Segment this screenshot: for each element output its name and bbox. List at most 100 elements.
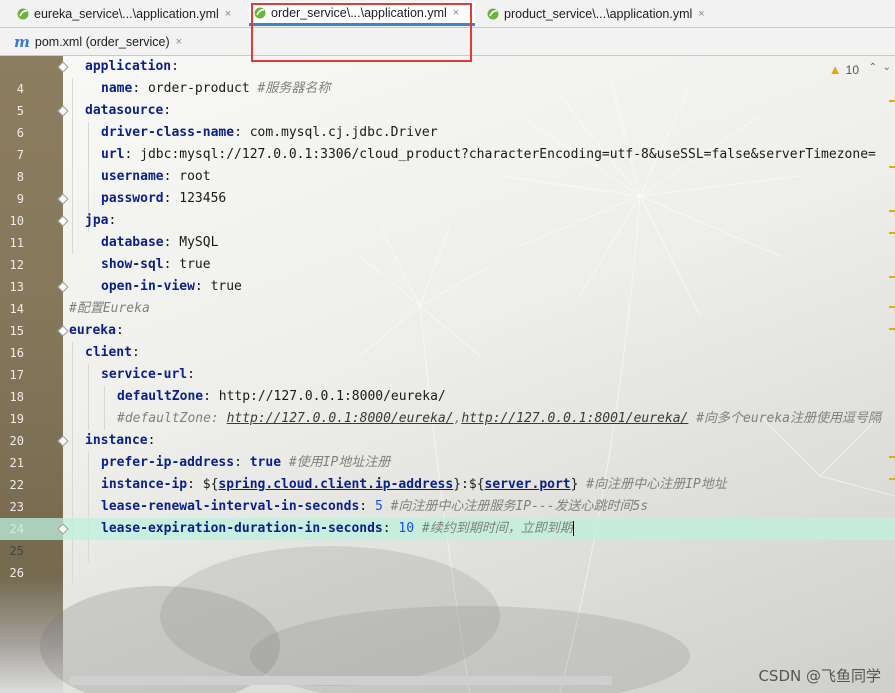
chevron-up-icon[interactable]: ⌃ (869, 62, 877, 73)
code-line[interactable]: 24 lease-renewal-interval-in-seconds: 5 … (0, 496, 895, 536)
placeholder-syntax: } (570, 477, 579, 492)
tab-eureka-service-application-yml[interactable]: eureka_service\...\application.yml × (12, 2, 231, 26)
yaml-key: instance-ip (101, 477, 188, 492)
yaml-value: 10 (398, 521, 415, 536)
yaml-key: url (101, 147, 125, 162)
yaml-value: root (179, 169, 211, 184)
code-line[interactable]: 13 show-sql: true (0, 254, 895, 294)
code-line[interactable]: 20 #defaultZone: http://127.0.0.1:8000/e… (0, 408, 895, 448)
yaml-comment: #向注册中心注册服务IP---发送心跳时间5s (390, 499, 649, 514)
spring-yml-icon (253, 6, 267, 20)
close-icon[interactable]: × (225, 8, 231, 20)
yaml-value: true (249, 455, 282, 470)
code-line[interactable]: 17 client: (0, 342, 895, 382)
placeholder-syntax: }:${ (453, 477, 485, 492)
inspection-widget[interactable]: ▲ 10 (829, 62, 859, 77)
close-icon[interactable]: × (698, 8, 704, 20)
code-line[interactable]: 19 defaultZone: http://127.0.0.1:8000/eu… (0, 386, 895, 426)
warning-icon: ▲ (828, 62, 842, 77)
yaml-comment: #向注册中心注册IP地址 (586, 477, 727, 492)
yaml-value: http://127.0.0.1:8000/eureka/ (218, 389, 446, 404)
yaml-comment: #向多个eureka注册使用逗号隔 (688, 411, 881, 426)
tab-product-service-application-yml[interactable]: product_service\...\application.yml × (482, 2, 705, 26)
warning-count: 10 (845, 62, 859, 77)
error-stripe-marker[interactable] (889, 306, 895, 308)
error-stripe-marker[interactable] (889, 456, 895, 458)
code-line[interactable]: 6 datasource: (0, 100, 895, 140)
code-line[interactable]: 21 instance: (0, 430, 895, 470)
tab-pom-xml[interactable]: m pom.xml (order_service) × (10, 30, 182, 54)
error-stripe-marker[interactable] (889, 210, 895, 212)
code-editor[interactable]: 4 application: 5 name: order-product #服务… (0, 56, 895, 693)
error-stripe-marker[interactable] (889, 276, 895, 278)
yaml-key: defaultZone (117, 389, 204, 404)
text-caret (572, 521, 574, 536)
spring-yml-icon (16, 7, 30, 21)
editor-tab-bar: eureka_service\...\application.yml × ord… (0, 0, 895, 28)
property-reference[interactable]: server.port (485, 477, 571, 492)
yaml-value: 5 (374, 499, 383, 514)
code-line[interactable]: 26 (0, 540, 895, 580)
yaml-comment: #使用IP地址注册 (288, 455, 391, 470)
code-line[interactable]: 5 name: order-product #服务器名称 (0, 78, 895, 118)
close-icon[interactable]: × (176, 36, 182, 48)
horizontal-scrollbar[interactable] (69, 676, 612, 685)
error-stripe-marker[interactable] (889, 166, 895, 168)
tab-label: eureka_service\...\application.yml (34, 7, 219, 21)
code-line[interactable]: 9 username: root (0, 166, 895, 206)
yaml-key: username (101, 169, 164, 184)
code-line[interactable]: 16 eureka: (0, 320, 895, 360)
yaml-key: driver-class-name (101, 125, 235, 140)
yaml-key: open-in-view (101, 279, 195, 294)
yaml-key: application (85, 59, 172, 74)
yaml-key: client (85, 345, 132, 360)
yaml-key: lease-expiration-duration-in-seconds (101, 521, 383, 536)
error-stripe-marker[interactable] (889, 232, 895, 234)
close-icon[interactable]: × (453, 7, 459, 19)
yaml-key: database (101, 235, 164, 250)
code-line[interactable]: 11 jpa: (0, 210, 895, 250)
error-stripe-marker[interactable] (889, 328, 895, 330)
code-line[interactable]: 10 password: 123456 (0, 188, 895, 228)
yaml-key: lease-renewal-interval-in-seconds (101, 499, 360, 514)
line-number: 26 (9, 566, 24, 580)
code-line[interactable]: 18 service-url: (0, 364, 895, 404)
yaml-key: datasource (85, 103, 164, 118)
yaml-key: name (101, 81, 133, 96)
yaml-comment: #配置Eureka (69, 301, 150, 316)
yaml-value: com.mysql.cj.jdbc.Driver (249, 125, 438, 140)
yaml-value: order-product (147, 81, 250, 96)
code-line[interactable]: 7 driver-class-name: com.mysql.cj.jdbc.D… (0, 122, 895, 162)
yaml-key: instance (85, 433, 148, 448)
error-stripe-marker[interactable] (889, 478, 895, 480)
yaml-value: 123456 (179, 191, 227, 206)
yaml-value: true (210, 279, 242, 294)
code-line[interactable]: 8 url: jdbc:mysql://127.0.0.1:3306/cloud… (0, 144, 895, 184)
yaml-key: password (101, 191, 164, 206)
yaml-value: MySQL (179, 235, 219, 250)
maven-icon: m (14, 33, 30, 51)
tab-label: pom.xml (order_service) (34, 35, 170, 49)
code-line[interactable]: 22 prefer-ip-address: true #使用IP地址注册 (0, 452, 895, 492)
watermark: CSDN @飞鱼同学 (758, 667, 881, 685)
error-stripe-marker[interactable] (889, 100, 895, 102)
current-code-line[interactable]: 25 lease-expiration-duration-in-seconds:… (0, 518, 895, 558)
code-line[interactable]: 23 instance-ip: ${spring.cloud.client.ip… (0, 474, 895, 514)
property-reference[interactable]: spring.cloud.client.ip-address (218, 477, 453, 492)
code-line[interactable]: 4 application: (0, 56, 895, 96)
chevron-down-icon[interactable]: ⌄ (883, 62, 891, 73)
comment-link[interactable]: http://127.0.0.1:8000/eureka/ (227, 411, 454, 426)
code-line[interactable]: 12 database: MySQL (0, 232, 895, 272)
yaml-key: jpa (85, 213, 109, 228)
yaml-key: show-sql (101, 257, 164, 272)
tab-label: order_service\...\application.yml (271, 5, 447, 20)
yaml-value: jdbc:mysql://127.0.0.1:3306/cloud_produc… (140, 147, 876, 162)
yaml-comment: #defaultZone: (117, 411, 227, 426)
yaml-key: service-url (101, 367, 188, 382)
code-line[interactable]: 14 open-in-view: true (0, 276, 895, 316)
placeholder-syntax: ${ (202, 477, 219, 492)
comment-link[interactable]: http://127.0.0.1:8001/eureka/ (461, 411, 688, 426)
yaml-comment: #续约到期时间，立即到期 (421, 521, 573, 536)
code-line[interactable]: 15 #配置Eureka (0, 298, 895, 338)
tab-order-service-application-yml[interactable]: order_service\...\application.yml × (249, 2, 475, 26)
